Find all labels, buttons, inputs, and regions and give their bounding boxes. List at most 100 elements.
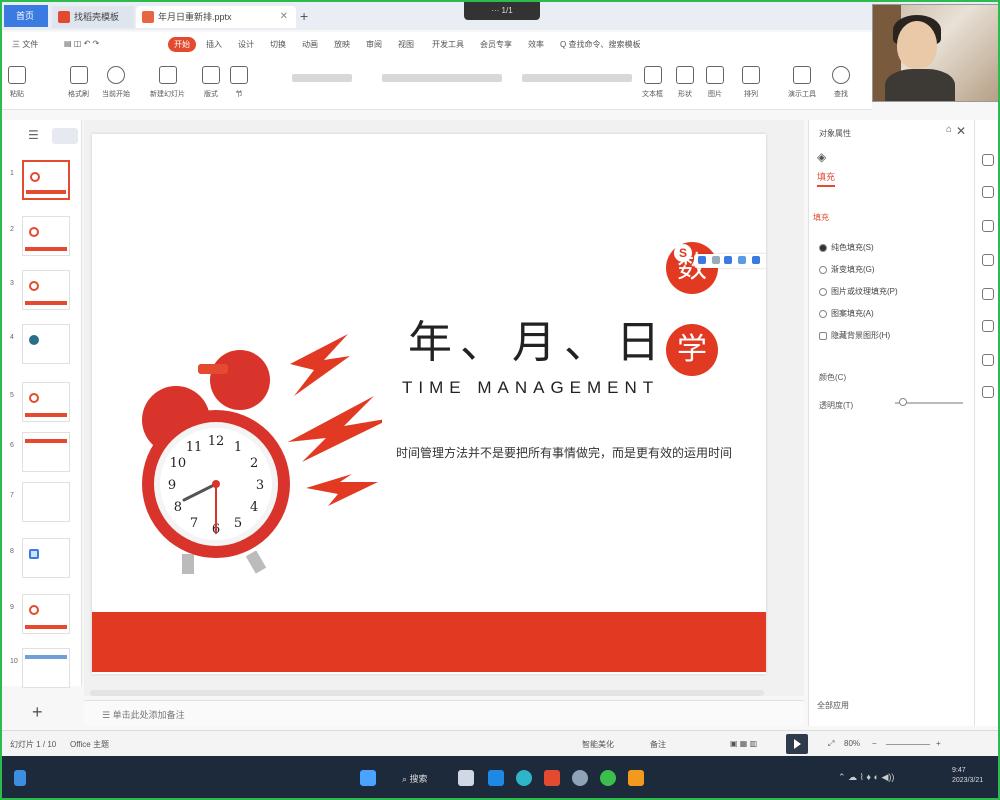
edge-browser-icon[interactable] [516,770,532,786]
arrange-button[interactable]: 排列 [742,66,760,99]
zoom-in-icon[interactable]: + [936,739,941,748]
outline-toggle-icon[interactable]: ☰ [28,128,39,142]
slide-thumbnail[interactable] [22,216,70,256]
hide-background-checkbox[interactable]: 隐藏背景图形(H) [819,330,890,341]
slide-subtitle[interactable]: TIME MANAGEMENT [402,378,659,398]
zoom-out-icon[interactable]: − [872,739,877,748]
paragraph-controls[interactable] [522,74,632,82]
meeting-bar[interactable]: ··· 1/1 [464,2,540,20]
slide-thumbnail[interactable] [22,648,70,688]
picture-button[interactable]: 图片 [706,66,724,99]
stamp-xue[interactable]: 学 [666,324,718,376]
widgets-icon[interactable] [14,770,26,786]
apply-all-button[interactable]: 全部应用 [817,700,849,711]
app-pen-icon[interactable] [488,770,504,786]
fill-option-pattern[interactable]: 图案填充(A) [819,308,874,319]
copy-icon[interactable] [982,254,994,266]
menu-devtools[interactable]: 开发工具 [432,39,464,50]
shield-icon[interactable] [982,320,994,332]
slide-thumbnail[interactable] [22,382,70,422]
menu-animation[interactable]: 动画 [302,39,318,50]
add-slide-icon[interactable]: + [32,702,43,723]
slider-knob[interactable] [899,398,907,406]
slide-description[interactable]: 时间管理方法并不是要把所有事情做完，而是更有效的运用时间 [396,444,732,461]
tab-templates-label: 找稻壳模板 [74,12,120,22]
slide-workspace: 121234567891011 年、月、日 TIME MANAGEMENT 时间… [84,120,804,696]
find-button[interactable]: 查找 [832,66,850,99]
settings-gear-icon[interactable] [572,770,588,786]
fill-option-picture[interactable]: 图片或纹理填充(P) [819,286,898,297]
menu-search[interactable]: Q 查找命令、搜索模板 [560,39,640,50]
taskbar-clock[interactable]: 9:47 2023/3/21 [952,766,983,786]
slide-thumbnail[interactable] [22,324,70,364]
transparency-slider[interactable] [895,398,963,406]
presenter-tools-button[interactable]: 演示工具 [788,66,816,99]
save-icon[interactable] [982,288,994,300]
slide-title[interactable]: 年、月、日 [408,306,668,370]
ime-floating-toolbar[interactable] [694,254,766,268]
wechat-icon[interactable] [600,770,616,786]
fill-option-gradient[interactable]: 渐变填充(G) [819,264,875,275]
task-view-icon[interactable] [458,770,474,786]
normal-view-icon[interactable]: ▣ ▦ ▥ [730,739,757,748]
menu-review[interactable]: 审阅 [366,39,382,50]
menu-transition[interactable]: 切换 [270,39,286,50]
new-tab-icon[interactable]: + [300,6,308,26]
menu-member[interactable]: 会员专享 [480,39,512,50]
textbox-button[interactable]: 文本框 [642,66,663,99]
slide-thumbnail[interactable] [22,594,70,634]
slide-thumbnail[interactable] [22,432,70,472]
close-tab-icon[interactable]: ✕ [280,6,288,28]
tab-templates[interactable]: 找稻壳模板 [52,6,134,28]
start-icon[interactable] [360,770,376,786]
menu-efficiency[interactable]: 效率 [528,39,544,50]
new-slide-button[interactable]: 新建幻灯片 [150,66,185,99]
font-format-controls[interactable] [382,74,502,82]
slide-thumbnail[interactable] [22,538,70,578]
notes-toggle-button[interactable]: 备注 [650,739,666,750]
menu-view[interactable]: 视图 [398,39,414,50]
wps-office-icon[interactable] [544,770,560,786]
help-icon[interactable] [982,354,994,366]
section-button[interactable]: 节 [230,66,248,99]
notes-area[interactable]: ☰ 单击此处添加备注 [84,700,804,726]
menu-insert[interactable]: 插入 [206,39,222,50]
layout-button[interactable]: 版式 [202,66,220,99]
shape-button[interactable]: 形状 [676,66,694,99]
tab-home[interactable]: 首页 [4,5,48,27]
format-painter-button[interactable]: 格式刷 [68,66,89,99]
quick-access-icons[interactable]: ▤ ◫ ↶ ↷ [64,39,99,48]
horizontal-scrollbar[interactable] [90,690,764,696]
tab-document[interactable]: 年月日重新排.pptx ✕ [136,6,296,28]
fill-icon[interactable] [982,154,994,166]
pin-icon[interactable]: ⌂ [946,124,952,135]
system-tray-icons[interactable]: ⌃ ☁ ⌇ ♦ ◐ ◀)) [838,772,894,783]
search-icon: ⌕ [402,774,410,784]
slide-thumbnail[interactable] [22,270,70,310]
thumbnail-view-button[interactable] [52,128,78,144]
zoom-level[interactable]: 80% [844,739,860,748]
fill-section-header[interactable]: 填充 [813,212,829,223]
fill-option-solid[interactable]: 纯色填充(S) [819,242,874,253]
menu-file[interactable]: 三 文件 [12,39,38,50]
slide-thumbnail[interactable] [22,482,70,522]
animation-icon[interactable] [982,220,994,232]
menu-design[interactable]: 设计 [238,39,254,50]
zoom-slider[interactable] [886,744,930,745]
fit-icon[interactable]: ⤢ [828,739,834,749]
start-from-current-button[interactable]: 当前开始 [102,66,130,99]
adjust-icon[interactable] [982,186,994,198]
close-panel-icon[interactable]: ✕ [956,124,966,138]
tab-fill[interactable]: 填充 [817,170,836,187]
smart-beautify-button[interactable]: 智能美化 [582,739,614,750]
app-orange-icon[interactable] [628,770,644,786]
slide-thumbnail[interactable] [22,160,70,200]
export-icon[interactable] [982,386,994,398]
taskbar-search[interactable]: ⌕ 搜索 [394,769,442,789]
paste-button[interactable]: 粘贴 [8,66,26,99]
slideshow-play-button[interactable] [786,734,808,754]
menu-home[interactable]: 开始 [168,37,196,52]
font-controls[interactable] [292,74,352,82]
slide-canvas[interactable]: 121234567891011 年、月、日 TIME MANAGEMENT 时间… [92,134,766,674]
menu-slideshow[interactable]: 放映 [334,39,350,50]
